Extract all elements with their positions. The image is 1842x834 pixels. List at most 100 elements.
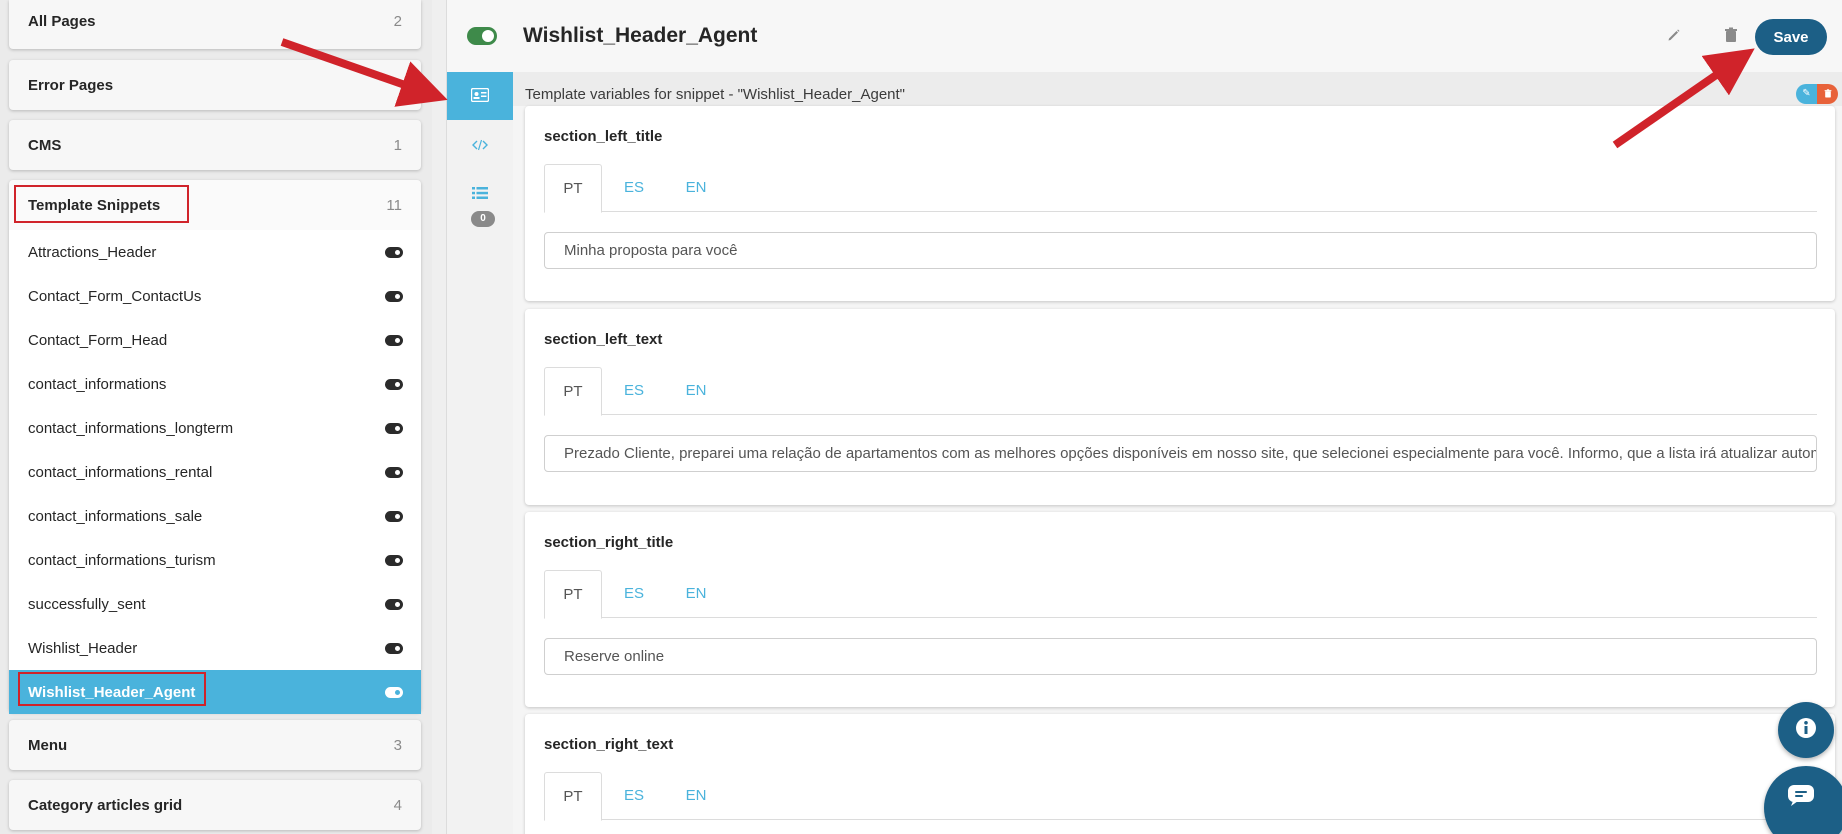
- count-badge: 0: [471, 211, 495, 227]
- language-tabs: PT ES EN: [544, 367, 1817, 416]
- tab-en[interactable]: EN: [666, 772, 726, 821]
- tab-pt[interactable]: PT: [544, 367, 602, 416]
- snippet-item[interactable]: Attractions_Header: [9, 230, 421, 274]
- group-count: 2: [393, 13, 402, 30]
- subheader-text: Template variables for snippet - "Wishli…: [525, 86, 905, 103]
- subheader: Template variables for snippet - "Wishli…: [513, 72, 1842, 106]
- snippet-label: Wishlist_Header_Agent: [28, 683, 196, 701]
- toggle-icon[interactable]: [385, 334, 403, 346]
- tab-pt[interactable]: PT: [544, 570, 602, 619]
- group-title: Error Pages: [28, 76, 114, 94]
- variable-card: section_right_title PT ES EN Reserve onl…: [525, 512, 1835, 707]
- group-title: Menu: [28, 736, 68, 754]
- snippet-item[interactable]: contact_informations_sale: [9, 494, 421, 538]
- snippet-item[interactable]: contact_informations: [9, 362, 421, 406]
- tab-en[interactable]: EN: [666, 367, 726, 416]
- snippet-item-selected[interactable]: Wishlist_Header_Agent: [9, 670, 421, 714]
- snippet-label: successfully_sent: [28, 595, 146, 613]
- language-tabs: PT ES EN: [544, 570, 1817, 619]
- tab-es[interactable]: ES: [602, 164, 666, 213]
- group-header[interactable]: Template Snippets 11: [9, 180, 421, 230]
- enabled-toggle[interactable]: [467, 27, 497, 45]
- toggle-icon[interactable]: [385, 554, 403, 566]
- toggle-icon[interactable]: [385, 510, 403, 522]
- tab-es[interactable]: ES: [602, 367, 666, 416]
- pencil-icon[interactable]: [1665, 27, 1683, 45]
- main-header: Wishlist_Header_Agent Save: [447, 0, 1842, 72]
- tab-pt[interactable]: PT: [544, 164, 602, 213]
- group-title: CMS: [28, 136, 62, 154]
- toggle-icon[interactable]: [385, 246, 403, 258]
- chat-icon: [1787, 784, 1815, 811]
- group-template-snippets: Template Snippets 11 Attractions_Header …: [9, 180, 421, 714]
- variable-name: section_left_text: [544, 331, 663, 348]
- save-button[interactable]: Save: [1755, 19, 1827, 55]
- snippet-list: Attractions_Header Contact_Form_ContactU…: [9, 230, 421, 714]
- snippet-label: Attractions_Header: [28, 243, 157, 261]
- variable-value-input[interactable]: Minha proposta para você: [544, 232, 1817, 269]
- info-icon: [1794, 716, 1818, 745]
- snippet-item[interactable]: Contact_Form_ContactUs: [9, 274, 421, 318]
- tab-es[interactable]: ES: [602, 570, 666, 619]
- group-all-pages[interactable]: All Pages 2: [9, 0, 421, 49]
- group-error-pages[interactable]: Error Pages: [9, 60, 421, 110]
- variable-name: section_left_title: [544, 128, 663, 145]
- group-category-articles[interactable]: Category articles grid 4: [9, 780, 421, 830]
- group-menu[interactable]: Menu 3: [9, 720, 421, 770]
- toggle-icon[interactable]: [385, 290, 403, 302]
- trash-icon[interactable]: [1817, 84, 1838, 104]
- toggle-icon[interactable]: [385, 642, 403, 654]
- pencil-icon[interactable]: ✎: [1796, 84, 1817, 104]
- group-count: 1: [393, 136, 402, 154]
- snippet-item[interactable]: contact_informations_turism: [9, 538, 421, 582]
- group-title: Template Snippets: [28, 196, 161, 214]
- group-count: 4: [393, 796, 402, 814]
- info-button[interactable]: [1778, 702, 1834, 758]
- group-title: Category articles grid: [28, 796, 183, 814]
- snippet-item[interactable]: successfully_sent: [9, 582, 421, 626]
- group-cms[interactable]: CMS 1: [9, 120, 421, 170]
- snippet-label: Contact_Form_ContactUs: [28, 287, 202, 305]
- snippet-label: contact_informations_rental: [28, 463, 213, 481]
- snippet-item[interactable]: Wishlist_Header: [9, 626, 421, 670]
- variable-card: section_left_text PT ES EN Prezado Clien…: [525, 309, 1835, 505]
- variable-value-input[interactable]: Prezado Cliente, preparei uma relação de…: [544, 435, 1817, 472]
- language-tabs: PT ES EN: [544, 772, 1817, 821]
- tab-variables[interactable]: [447, 72, 513, 120]
- toggle-icon[interactable]: [385, 598, 403, 610]
- toggle-icon[interactable]: [385, 422, 403, 434]
- code-icon: [472, 138, 488, 154]
- toggle-icon[interactable]: [385, 466, 403, 478]
- snippet-label: contact_informations_sale: [28, 507, 203, 525]
- variable-name: section_right_text: [544, 736, 674, 753]
- variable-card: section_right_text PT ES EN: [525, 714, 1835, 834]
- tab-code[interactable]: [447, 122, 513, 170]
- snippet-item[interactable]: contact_informations_rental: [9, 450, 421, 494]
- sidebar: All Pages 2 Error Pages CMS 1 Template S…: [0, 0, 432, 834]
- subheader-actions: ✎: [1796, 84, 1838, 104]
- snippet-label: contact_informations_longterm: [28, 419, 234, 437]
- list-icon: [472, 186, 488, 203]
- snippet-item[interactable]: Contact_Form_Head: [9, 318, 421, 362]
- variable-card: section_left_title PT ES EN Minha propos…: [525, 106, 1835, 301]
- tab-es[interactable]: ES: [602, 772, 666, 821]
- snippet-item[interactable]: contact_informations_longterm: [9, 406, 421, 450]
- page-title: Wishlist_Header_Agent: [523, 24, 758, 47]
- group-title: All Pages: [28, 13, 96, 30]
- snippet-label: contact_informations: [28, 375, 167, 393]
- group-count: 3: [393, 736, 402, 754]
- toggle-icon[interactable]: [385, 378, 403, 390]
- trash-icon[interactable]: [1722, 27, 1740, 45]
- main-panel: Wishlist_Header_Agent Save 0 Template va…: [446, 0, 1842, 834]
- id-card-icon: [470, 87, 490, 105]
- tab-pt[interactable]: PT: [544, 772, 602, 821]
- toggle-icon[interactable]: [385, 686, 403, 698]
- snippet-label: Wishlist_Header: [28, 639, 138, 657]
- variable-name: section_right_title: [544, 534, 674, 551]
- snippet-label: contact_informations_turism: [28, 551, 216, 569]
- side-rail: 0: [447, 72, 513, 834]
- group-count: 11: [386, 196, 402, 214]
- tab-en[interactable]: EN: [666, 164, 726, 213]
- tab-en[interactable]: EN: [666, 570, 726, 619]
- variable-value-input[interactable]: Reserve online: [544, 638, 1817, 675]
